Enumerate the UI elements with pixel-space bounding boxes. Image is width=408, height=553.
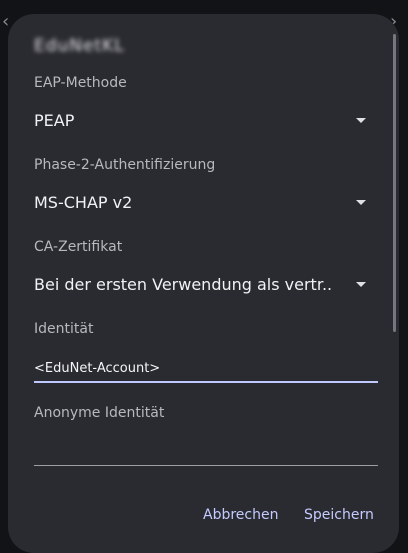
cancel-button[interactable]: Abbrechen — [203, 506, 278, 528]
network-name: EduNetKL — [34, 36, 125, 56]
wifi-config-dialog: EduNetKL EAP-Methode PEAP Phase-2-Authen… — [8, 14, 399, 553]
anonymous-identity-label: Anonyme Identität — [34, 405, 165, 421]
dropdown-caret-icon — [356, 118, 366, 123]
identity-input[interactable] — [34, 355, 378, 383]
dropdown-caret-icon — [356, 200, 366, 205]
phase2-auth-dropdown[interactable]: MS-CHAP v2 — [34, 190, 366, 216]
save-button[interactable]: Speichern — [304, 506, 374, 528]
phase2-auth-label: Phase-2-Authentifizierung — [34, 157, 216, 173]
ca-certificate-label: CA-Zertifikat — [34, 239, 123, 255]
eap-method-label: EAP-Methode — [34, 75, 127, 91]
ca-certificate-dropdown[interactable]: Bei der ersten Verwendung als vertr.. — [34, 272, 366, 298]
eap-method-dropdown[interactable]: PEAP — [34, 108, 366, 134]
eap-method-value: PEAP — [34, 111, 75, 130]
ca-certificate-value: Bei der ersten Verwendung als vertr.. — [34, 275, 333, 294]
dialog-scrollbar[interactable] — [393, 34, 396, 332]
anonymous-identity-input[interactable] — [34, 438, 378, 466]
phase2-auth-value: MS-CHAP v2 — [34, 193, 133, 212]
identity-label: Identität — [34, 321, 94, 337]
dropdown-caret-icon — [356, 282, 366, 287]
